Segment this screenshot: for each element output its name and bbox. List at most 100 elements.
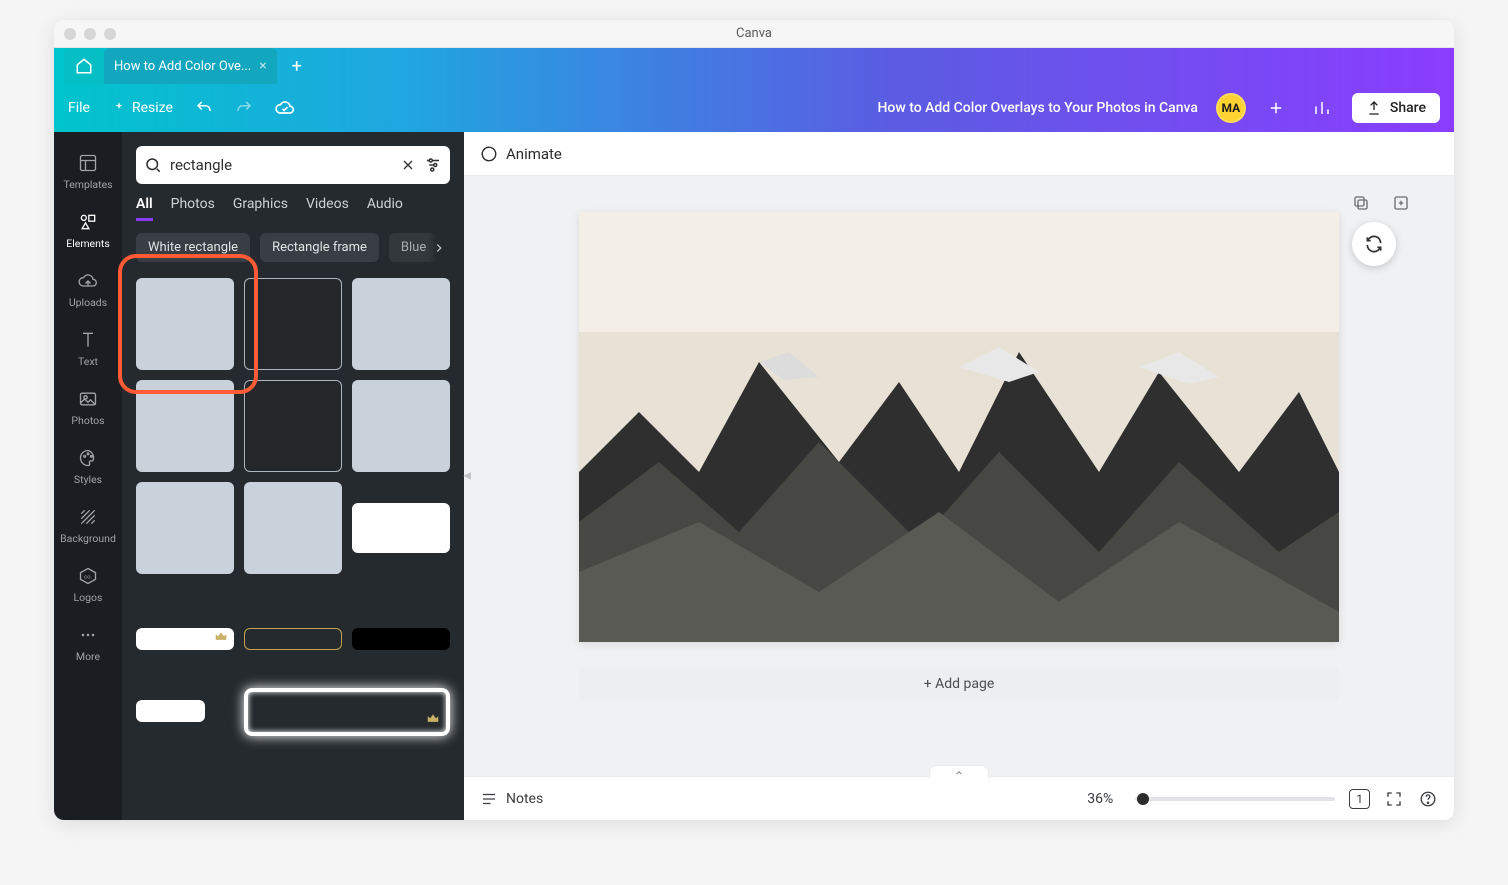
tab-all[interactable]: All	[136, 196, 153, 221]
rail-photos[interactable]: Photos	[54, 378, 122, 437]
new-tab-button[interactable]: +	[277, 48, 317, 84]
photos-icon	[78, 389, 98, 409]
upload-icon	[1366, 100, 1382, 116]
canvas-viewport[interactable]: + Add page	[464, 176, 1454, 776]
fullscreen-icon	[1385, 790, 1403, 808]
chip-scroll-right[interactable]	[428, 233, 450, 262]
rail-more[interactable]: More	[54, 614, 122, 673]
insights-button[interactable]	[1306, 92, 1338, 124]
cloud-sync-button[interactable]	[275, 98, 295, 118]
result-rectangle-solid[interactable]	[136, 278, 234, 370]
tab-photos[interactable]: Photos	[171, 196, 215, 221]
tab-videos[interactable]: Videos	[306, 196, 349, 221]
home-tab[interactable]	[64, 48, 104, 84]
zoom-thumb[interactable]	[1137, 793, 1149, 805]
help-button[interactable]	[1418, 789, 1438, 809]
more-icon	[78, 625, 98, 645]
palette-icon	[78, 448, 98, 468]
filter-button[interactable]	[424, 156, 442, 174]
result-rectangle-solid[interactable]	[136, 380, 234, 472]
document-tabstrip: How to Add Color Ove... × +	[54, 48, 1454, 84]
notes-icon	[480, 790, 498, 808]
document-title[interactable]: How to Add Color Overlays to Your Photos…	[877, 100, 1197, 116]
resize-menu[interactable]: Resize	[112, 100, 173, 116]
notes-label: Notes	[506, 791, 543, 807]
elements-panel: ◀ All Photos Graphics Videos Audio	[122, 132, 464, 820]
result-rectangle-outline[interactable]	[244, 380, 342, 472]
rail-item-label: Logos	[74, 591, 103, 604]
rail-background[interactable]: Background	[54, 496, 122, 555]
chevron-up-icon	[954, 768, 964, 778]
rail-logos[interactable]: co. Logos	[54, 555, 122, 614]
canvas-photo[interactable]	[579, 212, 1339, 642]
rail-item-label: Uploads	[69, 296, 107, 309]
bar-chart-icon	[1313, 99, 1331, 117]
chip-white-rectangle[interactable]: White rectangle	[136, 233, 250, 262]
result-bar-small-white[interactable]	[136, 700, 205, 722]
file-menu[interactable]: File	[68, 100, 90, 116]
redo-button[interactable]	[235, 99, 253, 117]
rail-uploads[interactable]: Uploads	[54, 260, 122, 319]
page-tools	[1352, 194, 1410, 212]
drawer-handle[interactable]	[929, 765, 989, 779]
search-field[interactable]	[136, 146, 450, 184]
rail-text[interactable]: Text	[54, 319, 122, 378]
premium-icon	[214, 630, 230, 646]
result-glow-rectangle[interactable]	[244, 688, 450, 736]
result-bar-gold-outline[interactable]	[244, 628, 342, 650]
add-page-bar[interactable]: + Add page	[579, 666, 1339, 702]
side-rail: Templates Elements Uploads Text Photos S…	[54, 132, 122, 820]
result-rectangle-solid[interactable]	[136, 482, 234, 574]
templates-icon	[78, 153, 98, 173]
minimize-window-icon[interactable]	[84, 28, 96, 40]
animate-button[interactable]: Animate	[480, 145, 562, 163]
result-bar-white[interactable]	[136, 628, 234, 650]
notes-button[interactable]: Notes	[480, 790, 543, 808]
result-rectangle-outline[interactable]	[244, 278, 342, 370]
page-indicator[interactable]: 1	[1349, 789, 1370, 809]
undo-button[interactable]	[195, 99, 213, 117]
document-tab[interactable]: How to Add Color Ove... ×	[104, 48, 277, 84]
add-page-icon	[1392, 194, 1410, 212]
search-input[interactable]	[170, 156, 392, 174]
redo-icon	[235, 99, 253, 117]
page[interactable]	[579, 212, 1339, 642]
text-icon	[78, 330, 98, 350]
svg-text:co.: co.	[84, 575, 92, 581]
close-window-icon[interactable]	[64, 28, 76, 40]
result-rectangle-solid[interactable]	[352, 380, 450, 472]
regenerate-button[interactable]	[1352, 222, 1396, 266]
help-icon	[1419, 790, 1437, 808]
tab-graphics[interactable]: Graphics	[233, 196, 288, 221]
avatar[interactable]: MA	[1216, 93, 1246, 123]
zoom-slider[interactable]	[1135, 797, 1335, 801]
canvas-footer: Notes 36% 1	[464, 776, 1454, 820]
premium-icon	[426, 712, 442, 728]
rail-styles[interactable]: Styles	[54, 437, 122, 496]
share-button[interactable]: Share	[1352, 93, 1440, 123]
animate-label: Animate	[506, 145, 562, 163]
result-rectangle-white[interactable]	[352, 503, 450, 553]
close-icon[interactable]: ×	[259, 58, 266, 74]
rail-item-label: Elements	[66, 237, 110, 250]
fullscreen-button[interactable]	[1384, 789, 1404, 809]
add-collaborator-button[interactable]	[1260, 92, 1292, 124]
rail-templates[interactable]: Templates	[54, 142, 122, 201]
chip-rectangle-frame[interactable]: Rectangle frame	[260, 233, 379, 262]
cloud-check-icon	[275, 98, 295, 118]
duplicate-icon	[1352, 194, 1370, 212]
duplicate-page-button[interactable]	[1352, 194, 1370, 212]
zoom-window-icon[interactable]	[104, 28, 116, 40]
result-rectangle-solid[interactable]	[352, 278, 450, 370]
add-page-button[interactable]	[1392, 194, 1410, 212]
resize-label: Resize	[132, 100, 173, 116]
rail-elements[interactable]: Elements	[54, 201, 122, 260]
results-grid	[136, 278, 450, 736]
canvas-toolbar: Animate	[464, 132, 1454, 176]
result-rectangle-solid[interactable]	[244, 482, 342, 574]
mountain-photo-placeholder	[579, 212, 1339, 642]
tab-audio[interactable]: Audio	[367, 196, 403, 221]
clear-search-button[interactable]	[400, 157, 416, 173]
result-bar-black[interactable]	[352, 628, 450, 650]
collapse-panel-button[interactable]: ◀	[463, 471, 471, 482]
